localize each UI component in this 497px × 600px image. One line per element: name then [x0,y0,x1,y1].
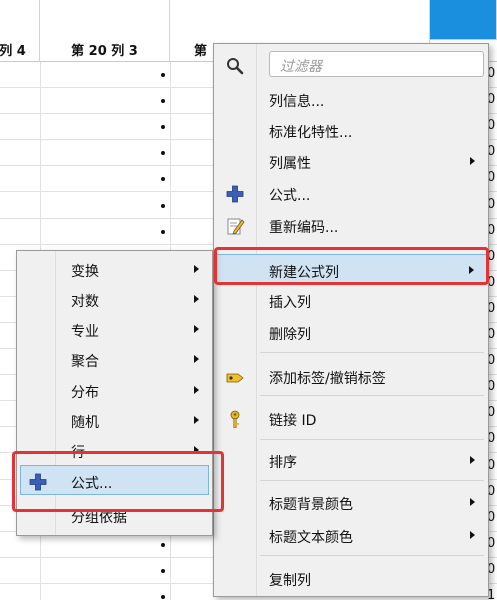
new-formula-column-submenu: 变换 对数 专业 聚合 分布 随机 行 公式... 分组依据 [16,250,213,536]
submenu-item-transform[interactable]: 变换 [18,254,211,284]
submenu-arrow-icon [194,386,199,394]
menu-item-label: 标题文本颜色 [269,530,353,546]
missing-value-cell [161,595,165,599]
menu-item-label: 链接 ID [269,413,317,429]
submenu-item-distribution[interactable]: 分布 [18,375,211,405]
missing-value-cell [161,73,165,77]
menu-item-formula[interactable]: 公式... [215,178,487,208]
menu-separator [260,395,484,396]
menu-separator [260,439,484,440]
tag-icon [226,373,244,383]
menu-item-label: 插入列 [269,295,311,311]
menu-item-new-formula-column[interactable]: 新建公式列 [215,254,487,284]
column-header-label: 第 [194,44,208,59]
key-icon [230,410,240,428]
submenu-item-aggregate[interactable]: 聚合 [18,344,211,374]
menu-item-link-id[interactable]: 链接 ID [215,403,487,433]
menu-separator [260,555,484,556]
menu-item-standardize[interactable]: 标准化特性... [215,115,487,145]
column-header-label: 第 20 列 3 [71,44,138,59]
menu-item-add-remove-label[interactable]: 添加标签/撤销标签 [215,361,487,391]
menu-item-label: 公式... [71,476,113,492]
menu-item-label: 聚合 [71,354,99,370]
plus-icon [226,185,244,203]
menu-item-label: 标准化特性... [269,125,353,141]
menu-item-header-text-color[interactable]: 标题文本颜色 [215,520,487,550]
submenu-arrow-icon [194,446,199,454]
missing-value-cell [161,568,165,573]
menu-item-label: 删除列 [269,327,311,343]
menu-item-label: 随机 [71,415,99,431]
menu-item-column-properties[interactable]: 列属性 [215,146,487,176]
column-header-col4[interactable]: 列 4 [0,0,40,62]
submenu-arrow-icon [470,531,475,539]
column-header-col20-3[interactable]: 第 20 列 3 [40,0,170,62]
menu-item-label: 行 [71,445,85,461]
menu-item-label: 列信息... [269,94,325,110]
menu-separator [260,352,484,353]
menu-filter-row: 过滤器 [215,47,487,83]
submenu-item-log[interactable]: 对数 [18,284,211,314]
submenu-item-group-by[interactable]: 分组依据 [18,500,211,530]
menu-item-copy-column[interactable]: 复制列 [215,563,487,593]
column-header-label: 列 4 [0,44,26,59]
menu-item-column-info[interactable]: 列信息... [215,84,487,114]
submenu-arrow-icon [194,416,199,424]
menu-item-label: 添加标签/撤销标签 [269,371,386,387]
missing-value-cell [161,542,165,547]
submenu-item-formula[interactable]: 公式... [20,465,209,495]
menu-item-label: 分组依据 [71,510,127,526]
menu-item-label: 变换 [71,264,99,280]
menu-item-label: 分布 [71,385,99,401]
menu-item-label: 重新编码... [269,220,339,236]
submenu-arrow-icon [194,355,199,363]
menu-item-label: 专业 [71,324,99,340]
menu-item-insert-column[interactable]: 插入列 [215,285,487,315]
submenu-arrow-icon [470,157,475,165]
missing-value-cell [161,203,165,208]
submenu-item-random[interactable]: 随机 [18,405,211,435]
column-context-menu: 过滤器 列信息... 标准化特性... 列属性 公式... 重新编码... 新建… [213,43,489,597]
menu-item-label: 新建公式列 [269,265,339,281]
submenu-item-specialty[interactable]: 专业 [18,314,211,344]
submenu-arrow-icon [194,325,199,333]
submenu-arrow-icon [470,456,475,464]
submenu-arrow-icon [194,265,199,273]
filter-input[interactable]: 过滤器 [269,51,484,77]
filter-placeholder: 过滤器 [280,59,322,75]
menu-item-header-bg-color[interactable]: 标题背景颜色 [215,487,487,517]
menu-item-label: 公式... [269,188,311,204]
submenu-arrow-icon [194,295,199,303]
menu-item-delete-column[interactable]: 删除列 [215,317,487,347]
menu-item-label: 标题背景颜色 [269,497,353,513]
submenu-item-row[interactable]: 行 [18,435,211,461]
menu-item-sort[interactable]: 排序 [215,445,487,475]
menu-item-label: 排序 [269,455,297,471]
search-icon [227,58,244,75]
missing-value-cell [161,229,165,234]
menu-item-recode[interactable]: 重新编码... [215,210,487,240]
column-header-selected[interactable] [430,0,497,40]
submenu-arrow-icon [470,498,475,506]
menu-item-label: 对数 [71,294,99,310]
edit-icon [227,218,245,235]
menu-separator [260,480,484,481]
menu-item-label: 列属性 [269,156,311,172]
plus-icon [29,473,47,491]
menu-item-label: 复制列 [269,573,311,589]
submenu-arrow-icon [469,266,474,274]
